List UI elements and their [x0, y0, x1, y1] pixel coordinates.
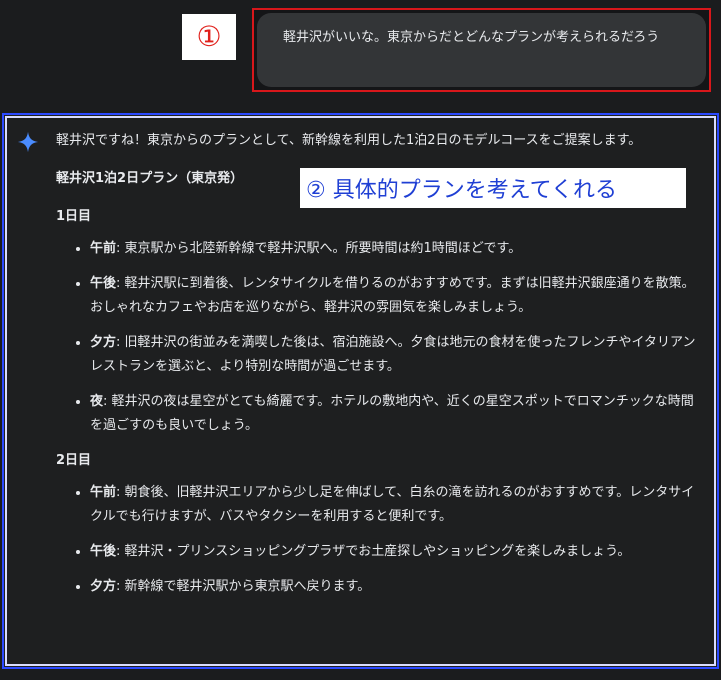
annotation-callout-2: ② 具体的プランを考えてくれる	[300, 168, 686, 208]
list-item: 夜: 軽井沢の夜は星空がとても綺麗です。ホテルの敷地内や、近くの星空スポットでロ…	[90, 390, 706, 438]
list-item: 夕方: 新幹線で軽井沢駅から東京駅へ戻ります。	[90, 575, 706, 599]
list-item-text: : 新幹線で軽井沢駅から東京駅へ戻ります。	[116, 579, 371, 594]
annotation-marker-1: ①	[182, 14, 236, 60]
bottom-strip	[0, 669, 721, 680]
list-item: 夕方: 旧軽井沢の街並みを満喫した後は、宿泊施設へ。夕食は地元の食材を使ったフレ…	[90, 331, 706, 379]
annotation-marker-1-label: ①	[196, 20, 222, 53]
user-message-highlight: 軽井沢がいいな。東京からだとどんなプランが考えられるだろう	[252, 8, 711, 92]
day-1-heading: 1日目	[56, 209, 92, 224]
annotation-callout-2-label: ② 具体的プランを考えてくれる	[306, 178, 617, 203]
list-item: 午後: 軽井沢駅に到着後、レンタサイクルを借りるのがおすすめです。まずは旧軽井沢…	[90, 272, 706, 320]
list-item-text: : 朝食後、旧軽井沢エリアから少し足を伸ばして、白糸の滝を訪れるのがおすすめです…	[90, 485, 695, 524]
list-item-time: 午前	[90, 485, 117, 500]
gemini-spark-icon	[17, 131, 39, 153]
list-item-text: : 軽井沢駅に到着後、レンタサイクルを借りるのがおすすめです。まずは旧軽井沢銀座…	[90, 276, 695, 315]
user-message-bubble: 軽井沢がいいな。東京からだとどんなプランが考えられるだろう	[257, 13, 706, 87]
list-item-time: 午後	[90, 544, 117, 559]
day-2-list: 午前: 朝食後、旧軽井沢エリアから少し足を伸ばして、白糸の滝を訪れるのがおすすめ…	[56, 481, 706, 599]
user-message-text: 軽井沢がいいな。東京からだとどんなプランが考えられるだろう	[283, 30, 660, 45]
list-item-time: 夜	[90, 394, 104, 409]
list-item-time: 午後	[90, 276, 117, 291]
list-item: 午前: 朝食後、旧軽井沢エリアから少し足を伸ばして、白糸の滝を訪れるのがおすすめ…	[90, 481, 706, 529]
response-highlight: 軽井沢ですね！東京からのプランとして、新幹線を利用した1泊2日のモデルコースをご…	[2, 113, 719, 669]
list-item-text: : 東京駅から北陸新幹線で軽井沢駅へ。所要時間は約1時間ほどです。	[116, 241, 522, 256]
list-item-time: 夕方	[90, 335, 117, 350]
response-intro: 軽井沢ですね！東京からのプランとして、新幹線を利用した1泊2日のモデルコースをご…	[56, 133, 642, 148]
day-2-heading: 2日目	[56, 453, 92, 468]
day-1-list: 午前: 東京駅から北陸新幹線で軽井沢駅へ。所要時間は約1時間ほどです。 午後: …	[56, 237, 706, 438]
list-item-text: : 軽井沢・プリンスショッピングプラザでお土産探しやショッピングを楽しみましょう…	[116, 544, 631, 559]
list-item: 午後: 軽井沢・プリンスショッピングプラザでお土産探しやショッピングを楽しみまし…	[90, 540, 706, 564]
list-item-text: : 軽井沢の夜は星空がとても綺麗です。ホテルの敷地内や、近くの星空スポットでロマ…	[90, 394, 694, 433]
list-item-text: : 旧軽井沢の街並みを満喫した後は、宿泊施設へ。夕食は地元の食材を使ったフレンチ…	[90, 335, 696, 374]
list-item-time: 午前	[90, 241, 117, 256]
list-item: 午前: 東京駅から北陸新幹線で軽井沢駅へ。所要時間は約1時間ほどです。	[90, 237, 706, 261]
list-item-time: 夕方	[90, 579, 117, 594]
